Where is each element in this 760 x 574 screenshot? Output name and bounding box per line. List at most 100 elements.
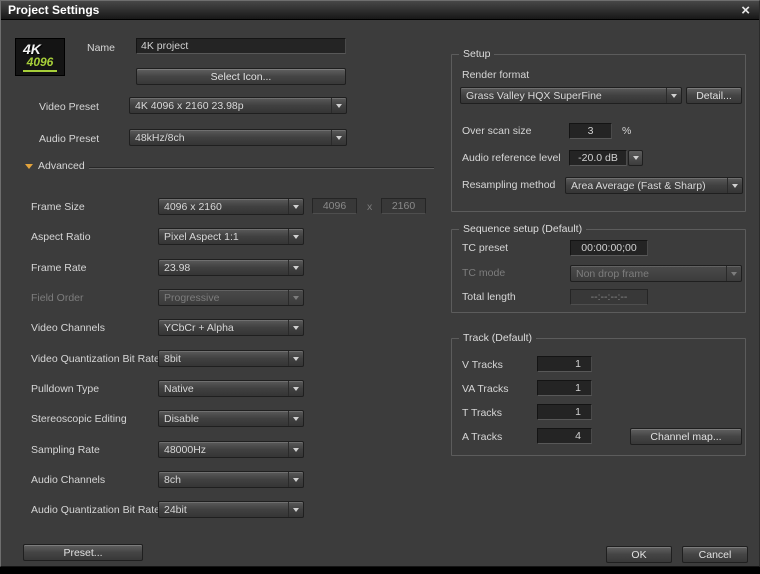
name-label: Name	[87, 42, 115, 54]
chevron-down-icon	[288, 290, 303, 305]
frame-width-input	[312, 198, 357, 214]
field-order-value: Progressive	[159, 292, 288, 304]
video-channels-label: Video Channels	[31, 322, 105, 334]
field-order-select: Progressive	[158, 289, 304, 306]
v-tracks-input[interactable]	[537, 356, 592, 372]
project-settings-dialog: Project Settings × 4K 4096 Name Select I…	[0, 0, 760, 567]
chevron-down-icon	[288, 502, 303, 517]
audio-quantization-value: 24bit	[159, 504, 288, 516]
detail-button[interactable]: Detail...	[686, 87, 742, 104]
audio-reference-spinner[interactable]	[628, 150, 643, 166]
name-input[interactable]	[136, 38, 346, 54]
frame-size-select[interactable]: 4096 x 2160	[158, 198, 304, 215]
title-bar: Project Settings ×	[1, 1, 759, 20]
audio-reference-input[interactable]	[569, 150, 627, 166]
frame-size-row: Frame Size 4096 x 2160	[1, 198, 441, 215]
stereoscopic-editing-row: Stereoscopic Editing Disable	[1, 410, 441, 427]
frame-size-x-label: x	[367, 201, 372, 213]
ok-button[interactable]: OK	[606, 546, 672, 563]
audio-quantization-row: Audio Quantization Bit Rate 24bit	[1, 501, 441, 518]
audio-quantization-label: Audio Quantization Bit Rate	[31, 504, 160, 516]
stereoscopic-editing-select[interactable]: Disable	[158, 410, 304, 427]
chevron-down-icon	[288, 472, 303, 487]
va-tracks-label: VA Tracks	[462, 383, 509, 395]
dialog-title: Project Settings	[8, 3, 739, 17]
project-icon-4k-text: 4K	[16, 43, 41, 56]
v-tracks-label: V Tracks	[462, 359, 503, 371]
video-channels-select[interactable]: YCbCr + Alpha	[158, 319, 304, 336]
tc-mode-select: Non drop frame	[570, 265, 742, 282]
frame-rate-row: Frame Rate 23.98	[1, 259, 441, 276]
sampling-rate-row: Sampling Rate 48000Hz	[1, 441, 441, 458]
audio-channels-select[interactable]: 8ch	[158, 471, 304, 488]
stereoscopic-editing-value: Disable	[159, 413, 288, 425]
a-tracks-input[interactable]	[537, 428, 592, 444]
audio-quantization-select[interactable]: 24bit	[158, 501, 304, 518]
frame-height-input	[381, 198, 426, 214]
chevron-down-icon	[288, 381, 303, 396]
aspect-ratio-row: Aspect Ratio Pixel Aspect 1:1	[1, 228, 441, 245]
resampling-label: Resampling method	[462, 179, 555, 191]
t-tracks-label: T Tracks	[462, 407, 502, 419]
resampling-value: Area Average (Fast & Sharp)	[566, 180, 727, 192]
total-length-label: Total length	[462, 291, 516, 303]
overscan-input[interactable]	[569, 123, 612, 139]
chevron-down-icon	[726, 266, 741, 281]
select-icon-button[interactable]: Select Icon...	[136, 68, 346, 85]
triangle-down-icon	[25, 164, 33, 169]
pulldown-type-row: Pulldown Type Native	[1, 380, 441, 397]
video-preset-value: 4K 4096 x 2160 23.98p	[130, 100, 331, 112]
sampling-rate-value: 48000Hz	[159, 444, 288, 456]
chevron-down-icon	[288, 199, 303, 214]
audio-preset-value: 48kHz/8ch	[130, 132, 331, 144]
frame-rate-value: 23.98	[159, 262, 288, 274]
video-quantization-value: 8bit	[159, 353, 288, 365]
sequence-group-title: Sequence setup (Default)	[459, 223, 586, 235]
t-tracks-input[interactable]	[537, 404, 592, 420]
chevron-down-icon	[288, 229, 303, 244]
render-format-select[interactable]: Grass Valley HQX SuperFine	[460, 87, 682, 104]
track-group-title: Track (Default)	[459, 332, 536, 344]
va-tracks-input[interactable]	[537, 380, 592, 396]
chevron-down-icon	[288, 260, 303, 275]
chevron-down-icon	[727, 178, 742, 193]
channel-map-button[interactable]: Channel map...	[630, 428, 742, 445]
aspect-ratio-value: Pixel Aspect 1:1	[159, 231, 288, 243]
chevron-down-icon	[331, 98, 346, 113]
tc-preset-input[interactable]	[570, 240, 648, 256]
video-channels-row: Video Channels YCbCr + Alpha	[1, 319, 441, 336]
a-tracks-label: A Tracks	[462, 431, 502, 443]
advanced-section-toggle[interactable]: Advanced	[25, 160, 85, 172]
close-icon[interactable]: ×	[739, 3, 752, 18]
advanced-label: Advanced	[38, 160, 85, 172]
setup-group-title: Setup	[459, 48, 494, 60]
tc-mode-value: Non drop frame	[571, 268, 726, 280]
track-group: Track (Default) V Tracks VA Tracks T Tra…	[451, 338, 746, 456]
frame-size-value: 4096 x 2160	[159, 201, 288, 213]
video-channels-value: YCbCr + Alpha	[159, 322, 288, 334]
project-icon-underline	[23, 70, 57, 72]
aspect-ratio-select[interactable]: Pixel Aspect 1:1	[158, 228, 304, 245]
tc-preset-label: TC preset	[462, 242, 508, 254]
video-preset-select[interactable]: 4K 4096 x 2160 23.98p	[129, 97, 347, 114]
cancel-button[interactable]: Cancel	[682, 546, 748, 563]
chevron-down-icon	[288, 442, 303, 457]
project-icon: 4K 4096	[15, 38, 65, 76]
overscan-label: Over scan size	[462, 125, 531, 137]
preset-button[interactable]: Preset...	[23, 544, 143, 561]
field-order-row: Field Order Progressive	[1, 289, 441, 306]
pulldown-type-value: Native	[159, 383, 288, 395]
audio-preset-select[interactable]: 48kHz/8ch	[129, 129, 347, 146]
audio-channels-row: Audio Channels 8ch	[1, 471, 441, 488]
chevron-down-icon	[288, 411, 303, 426]
resampling-select[interactable]: Area Average (Fast & Sharp)	[565, 177, 743, 194]
advanced-divider	[89, 167, 434, 169]
tc-mode-label: TC mode	[462, 267, 505, 279]
pulldown-type-select[interactable]: Native	[158, 380, 304, 397]
frame-rate-select[interactable]: 23.98	[158, 259, 304, 276]
chevron-down-icon	[331, 130, 346, 145]
video-quantization-select[interactable]: 8bit	[158, 350, 304, 367]
total-length-input	[570, 289, 648, 305]
field-order-label: Field Order	[31, 292, 84, 304]
sampling-rate-select[interactable]: 48000Hz	[158, 441, 304, 458]
